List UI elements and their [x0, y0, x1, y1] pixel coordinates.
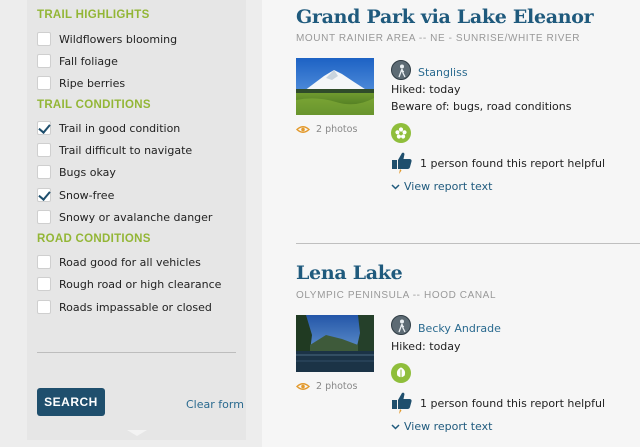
author-link[interactable]: Stangliss — [418, 66, 468, 79]
filter-trail-difficult[interactable]: Trail difficult to navigate — [37, 142, 192, 158]
chevron-down-icon — [391, 183, 400, 190]
view-report-text-label: View report text — [404, 420, 493, 433]
checkbox-label: Snowy or avalanche danger — [59, 210, 213, 224]
checkbox-label: Trail in good condition — [59, 121, 181, 135]
checkbox-checked[interactable] — [37, 188, 51, 202]
filter-rough-road[interactable]: Rough road or high clearance — [37, 276, 221, 292]
checkbox[interactable] — [37, 210, 51, 224]
checkbox-label: Rough road or high clearance — [59, 277, 222, 291]
report-region: MOUNT RAINIER AREA -- NE - SUNRISE/WHITE… — [296, 33, 581, 44]
filter-snow-free[interactable]: Snow-free — [37, 187, 114, 203]
filter-trail-good[interactable]: Trail in good condition — [37, 120, 180, 136]
checkbox-label: Bugs okay — [59, 165, 116, 179]
filter-road-good[interactable]: Road good for all vehicles — [37, 254, 201, 270]
trail-conditions-heading: TRAIL CONDITIONS — [37, 99, 151, 111]
checkbox-label: Road good for all vehicles — [59, 255, 201, 269]
filter-ripe-berries[interactable]: Ripe berries — [37, 75, 125, 91]
hiked-date: Hiked: today — [391, 83, 461, 96]
road-conditions-heading: ROAD CONDITIONS — [37, 233, 151, 245]
filter-roads-impassable[interactable]: Roads impassable or closed — [37, 299, 212, 315]
report-photo-thumbnail[interactable] — [296, 58, 374, 115]
checkbox-label: Trail difficult to navigate — [59, 143, 193, 157]
report-title-link[interactable]: Lena Lake — [296, 262, 403, 284]
checkbox[interactable] — [37, 32, 51, 46]
checkbox-label: Ripe berries — [59, 76, 126, 90]
checkbox[interactable] — [37, 277, 51, 291]
beware-of: Beware of: bugs, road conditions — [391, 100, 572, 113]
photo-count[interactable]: 2 photos — [296, 381, 357, 392]
helpful-thumbs-up-icon[interactable] — [391, 151, 413, 175]
report-title-link[interactable]: Grand Park via Lake Eleanor — [296, 6, 594, 28]
checkbox[interactable] — [37, 300, 51, 314]
helpful-count: 1 person found this report helpful — [420, 157, 606, 170]
checkbox-label: Roads impassable or closed — [59, 300, 212, 314]
view-report-text-label: View report text — [404, 180, 493, 193]
trail-highlights-heading: TRAIL HIGHLIGHTS — [37, 9, 150, 21]
flower-icon — [391, 123, 411, 143]
checkbox-label: Snow-free — [59, 188, 115, 202]
checkbox-checked[interactable] — [37, 121, 51, 135]
eye-icon — [296, 126, 310, 133]
filter-fall-foliage[interactable]: Fall foliage — [37, 53, 118, 69]
leaf-icon — [391, 363, 411, 383]
checkbox[interactable] — [37, 143, 51, 157]
eye-icon — [296, 383, 310, 390]
sidebar-divider — [37, 352, 236, 353]
author-avatar[interactable] — [391, 60, 411, 80]
checkbox[interactable] — [37, 76, 51, 90]
hiker-icon — [398, 64, 406, 78]
helpful-count: 1 person found this report helpful — [420, 397, 606, 410]
report-list: Grand Park via Lake Eleanor MOUNT RAINIE… — [262, 0, 640, 447]
filter-sidebar: TRAIL HIGHLIGHTS Wildflowers blooming Fa… — [27, 0, 246, 440]
photo-count[interactable]: 2 photos — [296, 124, 357, 135]
checkbox-label: Wildflowers blooming — [59, 32, 178, 46]
filter-wildflowers[interactable]: Wildflowers blooming — [37, 31, 177, 47]
report-region: OLYMPIC PENINSULA -- HOOD CANAL — [296, 290, 497, 301]
photo-count-label: 2 photos — [316, 124, 358, 135]
author-link[interactable]: Becky Andrade — [418, 322, 501, 335]
search-button[interactable]: SEARCH — [37, 388, 105, 416]
checkbox[interactable] — [37, 54, 51, 68]
sidebar-notch — [127, 430, 147, 436]
report-photo-thumbnail[interactable] — [296, 315, 374, 372]
helpful-thumbs-up-icon[interactable] — [391, 391, 413, 415]
clear-form-link[interactable]: Clear form — [186, 398, 244, 411]
filter-bugs-okay[interactable]: Bugs okay — [37, 164, 116, 180]
report-separator — [296, 243, 640, 244]
chevron-down-icon — [391, 423, 400, 430]
view-report-text-link[interactable]: View report text — [391, 420, 492, 433]
checkbox[interactable] — [37, 165, 51, 179]
filter-snowy-avalanche[interactable]: Snowy or avalanche danger — [37, 209, 212, 225]
photo-count-label: 2 photos — [316, 381, 358, 392]
author-avatar[interactable] — [391, 315, 411, 335]
checkbox-label: Fall foliage — [59, 54, 118, 68]
hiked-date: Hiked: today — [391, 340, 461, 353]
hiker-icon — [398, 319, 406, 333]
view-report-text-link[interactable]: View report text — [391, 180, 492, 193]
checkbox[interactable] — [37, 255, 51, 269]
